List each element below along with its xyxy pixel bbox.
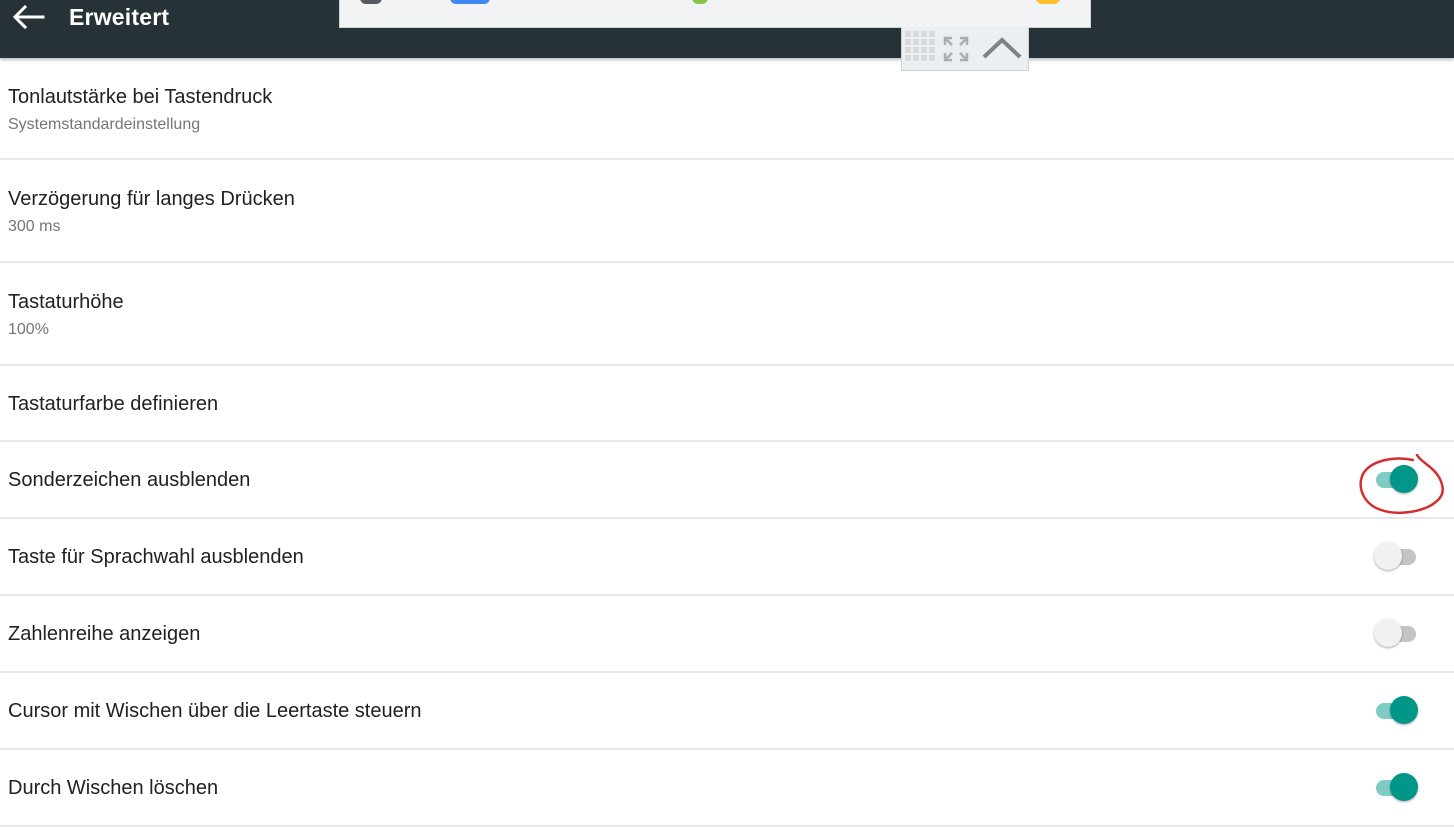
switch-thumb	[1390, 465, 1418, 493]
switch-thumb	[1390, 696, 1418, 724]
setting-title: Zahlenreihe anzeigen	[8, 623, 201, 645]
setting-title: Durch Wischen löschen	[8, 777, 219, 799]
page-title: Erweitert	[69, 4, 170, 30]
setting-summary: Systemstandardeinstellung	[8, 116, 201, 133]
switch-thumb	[1374, 619, 1402, 647]
setting-swipe-cursor[interactable]: Cursor mit Wischen über die Leertaste st…	[0, 673, 1454, 750]
keyboard-grid-icon[interactable]	[904, 30, 936, 66]
switch-thumb	[1390, 773, 1418, 801]
setting-hide-language-key[interactable]: Taste für Sprachwahl ausblenden	[0, 519, 1454, 596]
setting-summary: 300 ms	[8, 218, 61, 235]
keyboard-suggestion-strip	[339, 0, 1091, 28]
toolbar-icon-fragment	[450, 0, 490, 4]
hide-language-key-switch[interactable]	[1374, 540, 1418, 572]
setting-hide-special-chars[interactable]: Sonderzeichen ausblenden	[0, 442, 1454, 519]
setting-keyboard-height[interactable]: Tastaturhöhe 100%	[0, 263, 1454, 366]
chevron-up-icon[interactable]	[978, 29, 1026, 67]
setting-title: Sonderzeichen ausblenden	[8, 469, 251, 491]
swipe-cursor-switch[interactable]	[1374, 694, 1418, 726]
setting-number-row[interactable]: Zahlenreihe anzeigen	[0, 596, 1454, 673]
switch-thumb	[1374, 542, 1402, 570]
keyboard-toolbar-handle	[901, 27, 1029, 71]
setting-title: Cursor mit Wischen über die Leertaste st…	[8, 700, 422, 722]
setting-summary: 100%	[8, 321, 49, 338]
fullscreen-icon[interactable]	[942, 35, 970, 63]
setting-swipe-delete[interactable]: Durch Wischen löschen	[0, 750, 1454, 827]
arrow-left-icon	[12, 4, 45, 30]
toolbar-icon-fragment	[360, 0, 382, 4]
setting-title: Tastaturhöhe	[8, 291, 124, 313]
setting-title: Verzögerung für langes Drücken	[8, 188, 295, 210]
setting-keyboard-color[interactable]: Tastaturfarbe definieren	[0, 366, 1454, 442]
toolbar-icon-fragment	[1036, 0, 1060, 4]
toolbar-icon-fragment	[692, 0, 708, 4]
setting-keypress-volume[interactable]: Tonlautstärke bei Tastendruck Systemstan…	[0, 60, 1454, 160]
setting-title: Tastaturfarbe definieren	[8, 393, 219, 415]
hide-special-chars-switch[interactable]	[1374, 463, 1418, 495]
swipe-delete-switch[interactable]	[1374, 771, 1418, 803]
number-row-switch[interactable]	[1374, 617, 1418, 649]
back-button[interactable]	[8, 0, 48, 34]
setting-title: Tonlautstärke bei Tastendruck	[8, 86, 273, 108]
setting-title: Taste für Sprachwahl ausblenden	[8, 546, 304, 568]
setting-long-press-delay[interactable]: Verzögerung für langes Drücken 300 ms	[0, 160, 1454, 263]
